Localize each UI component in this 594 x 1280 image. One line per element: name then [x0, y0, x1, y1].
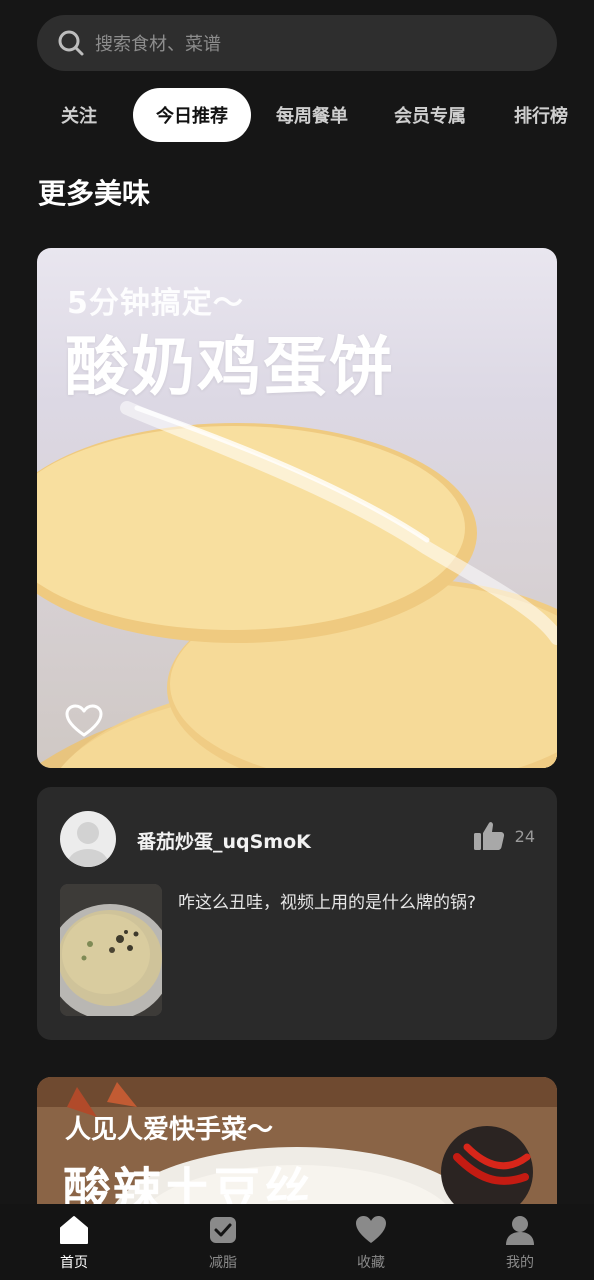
thumbs-up-icon — [473, 822, 504, 850]
default-avatar-icon — [68, 822, 108, 867]
comment-username[interactable]: 番茄炒蛋_uqSmoK — [137, 827, 311, 854]
recipe-headline: 酸奶鸡蛋饼 — [65, 331, 395, 405]
search-icon — [58, 30, 84, 56]
tab-ranking[interactable]: 排行榜 — [508, 88, 574, 142]
category-tabs: 关注 今日推荐 每周餐单 会员专属 排行榜 — [0, 88, 594, 144]
nav-favorites[interactable]: 收藏 — [331, 1214, 411, 1276]
like-count: 24 — [514, 826, 535, 846]
recipe-2-headline: 酸辣土豆丝 — [63, 1163, 314, 1204]
nav-me-label: 我的 — [506, 1255, 534, 1271]
home-icon — [60, 1216, 88, 1244]
like-button[interactable]: 24 — [473, 821, 535, 851]
user-icon — [506, 1216, 534, 1245]
search-placeholder: 搜索食材、菜谱 — [95, 34, 221, 55]
comment-text: 咋这么丑哇，视频上用的是什么牌的锅? — [178, 893, 477, 913]
nav-fat-loss-label: 减脂 — [209, 1255, 237, 1271]
tab-today-recommend[interactable]: 今日推荐 — [133, 88, 251, 142]
tab-member-exclusive[interactable]: 会员专属 — [388, 88, 472, 142]
section-title: 更多美味 — [38, 177, 151, 210]
recipe-card-2-image[interactable]: 人见人爱快手菜～ 酸辣土豆丝 — [37, 1077, 557, 1204]
avatar[interactable] — [60, 811, 116, 867]
nav-home[interactable]: 首页 — [34, 1214, 114, 1276]
nav-me[interactable]: 我的 — [480, 1214, 560, 1276]
search-bar[interactable]: 搜索食材、菜谱 — [37, 15, 557, 71]
pancake-photo — [60, 884, 162, 1016]
nav-favorites-label: 收藏 — [357, 1255, 385, 1271]
heart-outline-icon[interactable] — [65, 704, 103, 738]
recipe-2-kicker: 人见人爱快手菜～ — [65, 1115, 274, 1145]
tab-weekly-menu[interactable]: 每周餐单 — [270, 88, 354, 142]
nav-fat-loss[interactable]: 减脂 — [183, 1214, 263, 1276]
shield-check-icon — [210, 1217, 236, 1243]
bottom-nav: 首页 减脂 收藏 我的 — [0, 1204, 594, 1280]
recipe-card-image[interactable]: 5分钟搞定～ 酸奶鸡蛋饼 — [37, 248, 557, 768]
comment-card[interactable]: 番茄炒蛋_uqSmoK 24 咋这么丑哇，视频上用的是什么牌的锅? — [37, 787, 557, 1040]
heart-icon — [356, 1216, 386, 1243]
tab-follow[interactable]: 关注 — [48, 88, 110, 142]
nav-home-label: 首页 — [60, 1255, 88, 1271]
comment-photo[interactable] — [60, 884, 162, 1016]
